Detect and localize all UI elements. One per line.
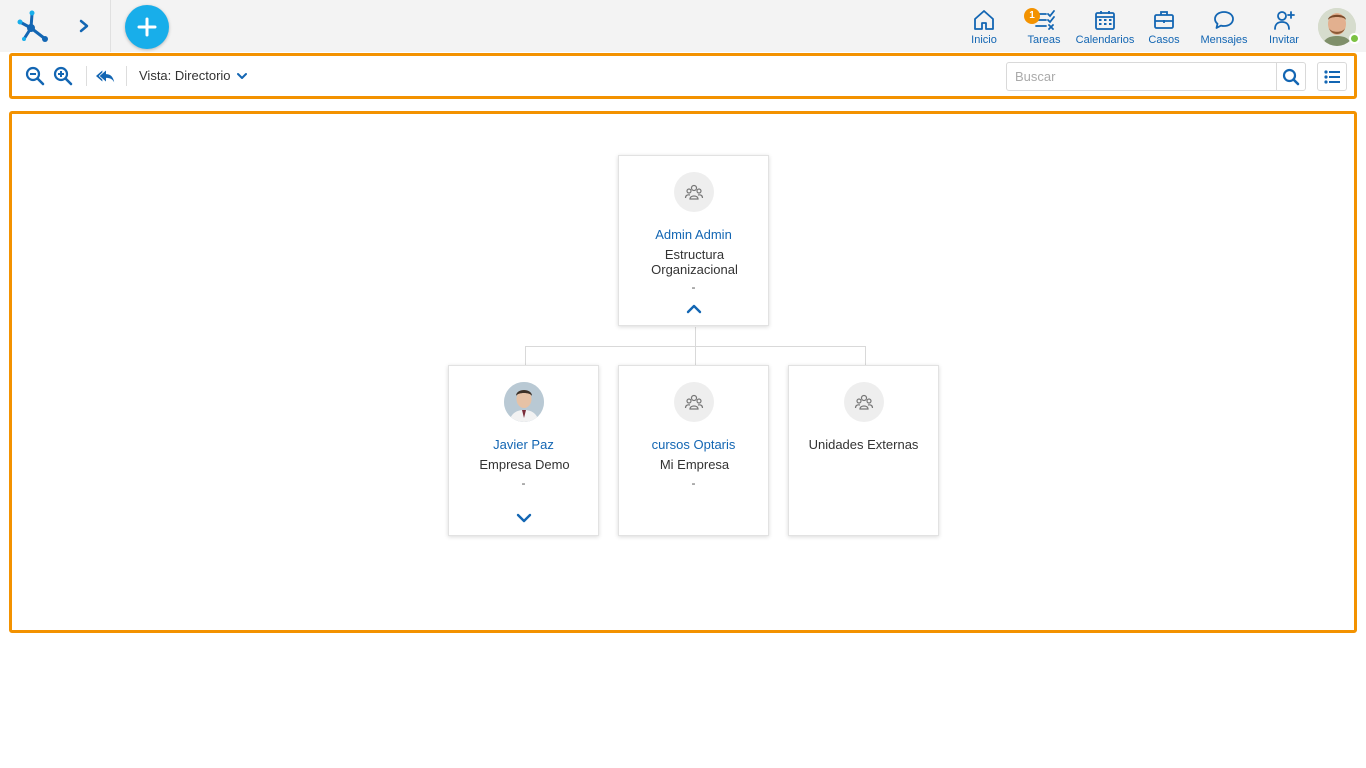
connector-line bbox=[525, 346, 526, 365]
card-unit: Mi Empresa bbox=[659, 457, 730, 472]
top-header: Inicio Tareas 1 Calendarios Casos Mensaj… bbox=[0, 0, 1366, 52]
briefcase-icon bbox=[1154, 11, 1174, 29]
expand-chevron-down-icon[interactable] bbox=[515, 511, 533, 525]
user-photo bbox=[504, 382, 544, 422]
plus-icon bbox=[137, 17, 157, 37]
header-divider bbox=[110, 0, 111, 52]
connector-line bbox=[695, 327, 696, 347]
card-unit: Estructura Organizacional bbox=[651, 247, 738, 277]
nav-invitar-label: Invitar bbox=[1269, 34, 1299, 46]
card-unit: Empresa Demo bbox=[479, 457, 570, 472]
org-card-unidades-externas[interactable]: Unidades Externas bbox=[788, 365, 939, 536]
nav-calendarios-label: Calendarios bbox=[1075, 34, 1135, 46]
search-icon bbox=[1282, 68, 1300, 85]
card-name[interactable]: Javier Paz bbox=[449, 437, 598, 452]
collapse-chevron-up-icon[interactable] bbox=[685, 302, 703, 316]
nav-tareas[interactable]: Tareas 1 bbox=[1024, 8, 1064, 48]
group-icon bbox=[674, 172, 714, 212]
card-extra: - bbox=[521, 476, 526, 490]
card-extra: - bbox=[691, 476, 696, 490]
search-button[interactable] bbox=[1276, 63, 1305, 90]
group-icon bbox=[674, 382, 714, 422]
org-toolbar: Vista: Directorio bbox=[9, 53, 1357, 99]
toolbar-divider bbox=[126, 66, 127, 86]
view-selector-label: Vista: Directorio bbox=[139, 68, 231, 83]
card-name[interactable]: Admin Admin bbox=[619, 227, 768, 242]
org-card-root[interactable]: Admin Admin Estructura Organizacional - bbox=[618, 155, 769, 326]
nav-mensajes-label: Mensajes bbox=[1200, 34, 1248, 46]
zoom-out-icon[interactable] bbox=[25, 66, 45, 86]
org-chart-canvas[interactable]: Admin Admin Estructura Organizacional - … bbox=[9, 111, 1357, 633]
connector-line bbox=[865, 346, 866, 365]
card-extra: - bbox=[691, 280, 696, 294]
invite-user-icon bbox=[1274, 11, 1295, 30]
calendar-icon bbox=[1095, 11, 1115, 30]
card-name[interactable]: Unidades Externas bbox=[789, 437, 938, 452]
list-view-button[interactable] bbox=[1317, 62, 1347, 91]
org-card-javier-paz[interactable]: Javier Paz Empresa Demo - bbox=[448, 365, 599, 536]
online-status-dot bbox=[1349, 33, 1360, 44]
nav-inicio[interactable]: Inicio bbox=[967, 8, 1001, 48]
nav-invitar[interactable]: Invitar bbox=[1266, 8, 1302, 48]
org-card-cursos-optaris[interactable]: cursos Optaris Mi Empresa - bbox=[618, 365, 769, 536]
home-icon bbox=[974, 10, 994, 30]
group-icon bbox=[844, 382, 884, 422]
list-icon bbox=[1324, 69, 1340, 84]
expand-menu-chevron-icon[interactable] bbox=[74, 16, 94, 36]
reply-all-icon[interactable] bbox=[96, 66, 116, 86]
nav-mensajes[interactable]: Mensajes bbox=[1199, 8, 1249, 48]
tasks-count-badge: 1 bbox=[1024, 8, 1040, 24]
connector-line bbox=[695, 346, 696, 365]
chat-icon bbox=[1214, 11, 1234, 29]
search-box bbox=[1006, 62, 1306, 91]
nav-casos-label: Casos bbox=[1148, 34, 1180, 46]
nav-calendarios[interactable]: Calendarios bbox=[1075, 8, 1135, 48]
add-button[interactable] bbox=[125, 5, 169, 49]
app-logo-icon[interactable] bbox=[12, 8, 50, 44]
chevron-down-icon bbox=[236, 72, 247, 79]
view-selector[interactable]: Vista: Directorio bbox=[139, 68, 247, 83]
nav-inicio-label: Inicio bbox=[971, 34, 997, 46]
zoom-in-icon[interactable] bbox=[53, 66, 73, 86]
card-name[interactable]: cursos Optaris bbox=[619, 437, 768, 452]
search-input[interactable] bbox=[1007, 63, 1276, 90]
nav-tareas-label: Tareas bbox=[1027, 34, 1061, 46]
nav-casos[interactable]: Casos bbox=[1147, 8, 1181, 48]
toolbar-divider bbox=[86, 66, 87, 86]
